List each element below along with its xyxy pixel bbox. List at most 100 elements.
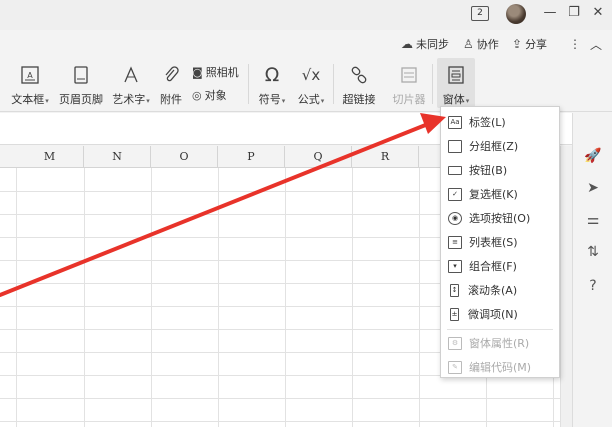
share-button[interactable]: ⇪ 分享 xyxy=(512,36,547,52)
help-icon[interactable]: ? xyxy=(584,277,602,295)
group-box-icon xyxy=(448,139,462,153)
cursor-icon[interactable]: ➤ xyxy=(584,179,602,197)
menu-separator xyxy=(447,329,553,330)
collaborate-label: 协作 xyxy=(476,38,499,51)
unsync-label: 未同步 xyxy=(416,38,449,51)
share-icon: ⇪ xyxy=(512,37,523,51)
radio-icon: ◉ xyxy=(448,211,462,225)
label-control-icon: Aa xyxy=(448,115,462,129)
menu-item-text: 按钮(B) xyxy=(469,164,508,177)
list-box-icon: ≡ xyxy=(448,235,462,249)
unsync-button[interactable]: ☁ 未同步 xyxy=(401,36,449,52)
slicer-icon xyxy=(398,64,420,86)
sliders-icon[interactable]: ⚌ xyxy=(584,211,602,229)
cloud-sync-icon: ☁ xyxy=(401,37,413,51)
menu-item-label[interactable]: Aa 标签(L) xyxy=(441,110,559,134)
properties-icon: ⚙ xyxy=(448,336,462,350)
menu-item-text: 选项按钮(O) xyxy=(469,212,531,225)
header-footer-button[interactable]: 页眉页脚 xyxy=(57,58,105,108)
menu-item-text: 分组框(Z) xyxy=(469,140,519,153)
grid-column-line xyxy=(285,168,286,427)
header-footer-label: 页眉页脚 xyxy=(59,93,103,106)
rocket-icon[interactable]: 🚀 xyxy=(584,147,602,165)
restore-icon[interactable]: ❐ xyxy=(566,5,582,21)
object-button[interactable]: ◎ 对象 xyxy=(192,87,227,103)
symbol-button[interactable]: Ω 符号▾ xyxy=(255,58,289,108)
menu-item-spinner[interactable]: ± 微调项(N) xyxy=(441,302,559,326)
menu-item-checkbox[interactable]: ✓ 复选框(K) xyxy=(441,182,559,206)
textbox-button[interactable]: A 文本框▾ xyxy=(8,58,52,108)
column-header-o[interactable]: O xyxy=(151,146,218,168)
grid-column-line xyxy=(16,168,17,427)
menu-item-text: 列表框(S) xyxy=(469,236,518,249)
hyperlink-label: 超链接 xyxy=(342,93,376,106)
menu-item-scrollbar[interactable]: ↕ 滚动条(A) xyxy=(441,278,559,302)
more-icon[interactable]: ⋮ xyxy=(569,36,581,52)
minimize-icon[interactable]: — xyxy=(542,5,558,21)
ribbon-divider xyxy=(248,64,249,104)
menu-item-group-box[interactable]: 分组框(Z) xyxy=(441,134,559,158)
textbox-icon: A xyxy=(19,64,41,86)
column-header-p[interactable]: P xyxy=(218,146,285,168)
menu-item-text: 标签(L) xyxy=(469,116,506,129)
checkbox-icon: ✓ xyxy=(448,187,462,201)
slicer-label: 切片器 xyxy=(392,93,426,106)
command-bar: ☁ 未同步 ♙ 协作 ⇪ 分享 ⋮ ︿ xyxy=(0,30,612,58)
attachment-button[interactable]: 附件 xyxy=(156,58,186,108)
menu-item-text: 滚动条(A) xyxy=(468,284,518,297)
form-button[interactable]: 窗体▾ xyxy=(437,58,475,108)
form-controls-menu: Aa 标签(L) 分组框(Z) 按钮(B) ✓ 复选框(K) ◉ 选项按钮(O)… xyxy=(440,106,560,378)
close-icon[interactable]: ✕ xyxy=(590,5,606,21)
menu-item-combo-box[interactable]: ▾ 组合框(F) xyxy=(441,254,559,278)
menu-item-edit-code[interactable]: ✎ 编辑代码(M) xyxy=(441,355,559,379)
paperclip-icon xyxy=(160,64,182,86)
camera-label: 照相机 xyxy=(205,66,239,79)
formula-button[interactable]: √x 公式▾ xyxy=(294,58,328,108)
grid-column-line xyxy=(151,168,152,427)
column-header-n[interactable]: N xyxy=(84,146,151,168)
window-count-badge[interactable]: 2 xyxy=(471,6,489,21)
hyperlink-button[interactable]: 超链接 xyxy=(339,58,379,108)
menu-item-text: 复选框(K) xyxy=(469,188,518,201)
link-icon xyxy=(348,64,370,86)
column-header-q[interactable]: Q xyxy=(285,146,352,168)
form-icon xyxy=(445,64,467,86)
button-control-icon xyxy=(448,165,462,175)
menu-item-text: 编辑代码(M) xyxy=(469,361,532,374)
menu-item-list-box[interactable]: ≡ 列表框(S) xyxy=(441,230,559,254)
grid-row-line xyxy=(0,398,560,399)
slicer-button[interactable]: 切片器 xyxy=(390,58,428,108)
grid-column-line xyxy=(419,168,420,427)
share-label: 分享 xyxy=(525,38,548,51)
menu-item-option-button[interactable]: ◉ 选项按钮(O) xyxy=(441,206,559,230)
column-header-partial[interactable] xyxy=(0,146,16,168)
attachment-label: 附件 xyxy=(160,93,182,106)
right-sidebar: 🚀 ➤ ⚌ ⇅ ? xyxy=(572,113,612,427)
formula-label: 公式 xyxy=(297,93,320,106)
wordart-button[interactable]: 艺术字▾ xyxy=(110,58,152,108)
collaborate-button[interactable]: ♙ 协作 xyxy=(463,36,499,52)
camera-icon: ◙ xyxy=(192,65,203,79)
menu-item-text: 微调项(N) xyxy=(468,308,518,321)
svg-text:A: A xyxy=(27,71,33,80)
vertical-scrollbar[interactable] xyxy=(560,146,572,427)
chevron-up-icon[interactable]: ︿ xyxy=(590,36,602,52)
wordart-label: 艺术字 xyxy=(112,93,146,106)
wordart-icon xyxy=(120,64,142,86)
spinner-icon: ± xyxy=(450,307,459,321)
sort-icon[interactable]: ⇅ xyxy=(584,243,602,261)
column-header-r[interactable]: R xyxy=(352,146,419,168)
textbox-label: 文本框 xyxy=(11,93,45,106)
grid-column-line xyxy=(84,168,85,427)
ribbon-divider xyxy=(432,64,433,104)
combo-box-icon: ▾ xyxy=(448,259,462,273)
person-icon: ♙ xyxy=(463,37,474,51)
camera-button[interactable]: ◙ 照相机 xyxy=(192,64,239,80)
grid-column-line xyxy=(218,168,219,427)
title-bar: 2 — ❐ ✕ xyxy=(0,0,612,30)
column-header-m[interactable]: M xyxy=(16,146,84,168)
menu-item-form-properties[interactable]: ⚙ 窗体属性(R) xyxy=(441,331,559,355)
avatar[interactable] xyxy=(506,4,526,24)
omega-icon: Ω xyxy=(264,64,280,86)
menu-item-button[interactable]: 按钮(B) xyxy=(441,158,559,182)
